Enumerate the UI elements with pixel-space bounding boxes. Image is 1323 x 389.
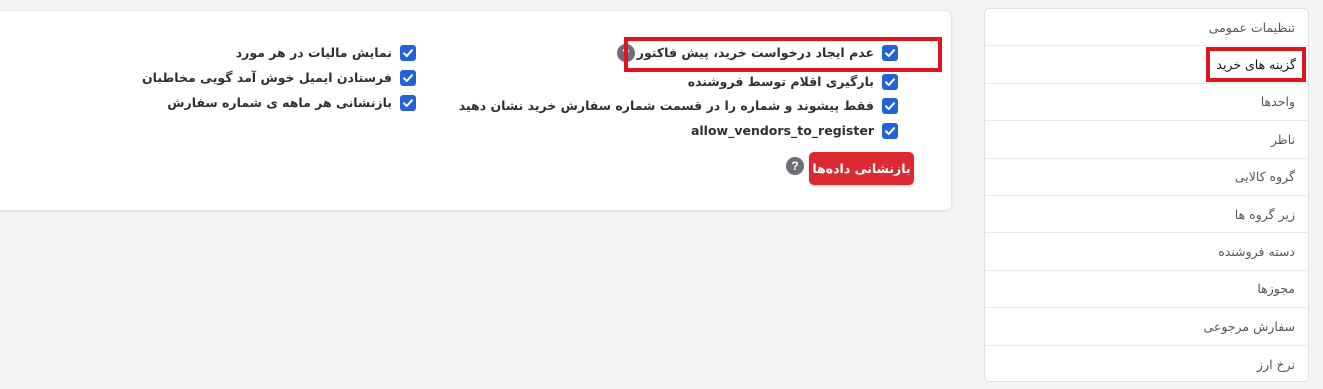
sidebar-item-label: نرخ ارز (1257, 356, 1295, 372)
option-allow-vendors-register[interactable]: allow_vendors_to_register (691, 122, 898, 140)
option-label: بازنشانی هر ماهه ی شماره سفارش (167, 95, 392, 110)
sidebar-item-label: گروه کالایی (1234, 169, 1295, 185)
option-label: allow_vendors_to_register (690, 123, 874, 138)
option-label: فقط پیشوند و شماره را در قسمت شماره سفار… (458, 98, 874, 113)
checkbox-checked-icon[interactable] (882, 98, 898, 114)
checkbox-checked-icon[interactable] (400, 95, 416, 111)
settings-sidebar: تنظیمات عمومی گزینه های خرید واحدها ناظر… (984, 8, 1309, 382)
sidebar-item-units[interactable]: واحدها (985, 84, 1308, 122)
option-label: نمایش مالیات در هر مورد (235, 45, 392, 60)
purchase-options-card: عدم ایجاد درخواست خرید، پیش فاکتور ? بار… (0, 10, 952, 211)
sidebar-item-label: گزینه های خرید (1206, 47, 1306, 83)
sidebar-item-label: مجوزها (1257, 281, 1295, 297)
option-welcome-email[interactable]: فرستادن ایمیل خوش آمد گویی مخاطبان (142, 69, 416, 87)
sidebar-item-general-settings[interactable]: تنظیمات عمومی (985, 9, 1308, 47)
sidebar-item-subgroups[interactable]: زیر گروه ها (985, 196, 1308, 234)
checkbox-checked-icon[interactable] (882, 123, 898, 139)
sidebar-item-vendor-category[interactable]: دسته فروشنده (985, 233, 1308, 271)
sidebar-item-product-group[interactable]: گروه کالایی (985, 159, 1308, 196)
checkbox-checked-icon[interactable] (882, 74, 898, 90)
sidebar-item-exchange-rate[interactable]: نرخ ارز (985, 346, 1308, 381)
reset-data-button[interactable]: بازنشانی داده‌ها (809, 152, 914, 185)
option-label: فرستادن ایمیل خوش آمد گویی مخاطبان (142, 70, 392, 85)
sidebar-item-label: سفارش مرجوعی (1203, 318, 1295, 334)
option-prefix-number-only[interactable]: فقط پیشوند و شماره را در قسمت شماره سفار… (459, 97, 898, 115)
option-monthly-reset-order-number[interactable]: بازنشانی هر ماهه ی شماره سفارش (167, 94, 416, 112)
sidebar-item-supervisor[interactable]: ناظر (985, 121, 1308, 159)
sidebar-item-label: زیر گروه ها (1234, 206, 1295, 222)
sidebar-item-permissions[interactable]: مجوزها (985, 271, 1308, 309)
option-label: بارگیری اقلام توسط فروشنده (687, 74, 874, 89)
option-vendor-loading[interactable]: بارگیری اقلام توسط فروشنده (688, 73, 898, 91)
sidebar-item-label: دسته فروشنده (1218, 244, 1295, 260)
checkbox-checked-icon[interactable] (400, 45, 416, 61)
highlight-annotation (624, 37, 942, 72)
sidebar-item-label: واحدها (1260, 94, 1295, 110)
sidebar-item-return-order[interactable]: سفارش مرجوعی (985, 308, 1308, 346)
sidebar-item-purchase-options[interactable]: گزینه های خرید (985, 46, 1308, 84)
help-icon[interactable]: ? (786, 157, 804, 175)
sidebar-item-label: ناظر (1270, 131, 1295, 147)
checkbox-checked-icon[interactable] (400, 70, 416, 86)
sidebar-item-label: تنظیمات عمومی (1208, 19, 1295, 35)
option-show-tax-per-item[interactable]: نمایش مالیات در هر مورد (236, 44, 416, 62)
